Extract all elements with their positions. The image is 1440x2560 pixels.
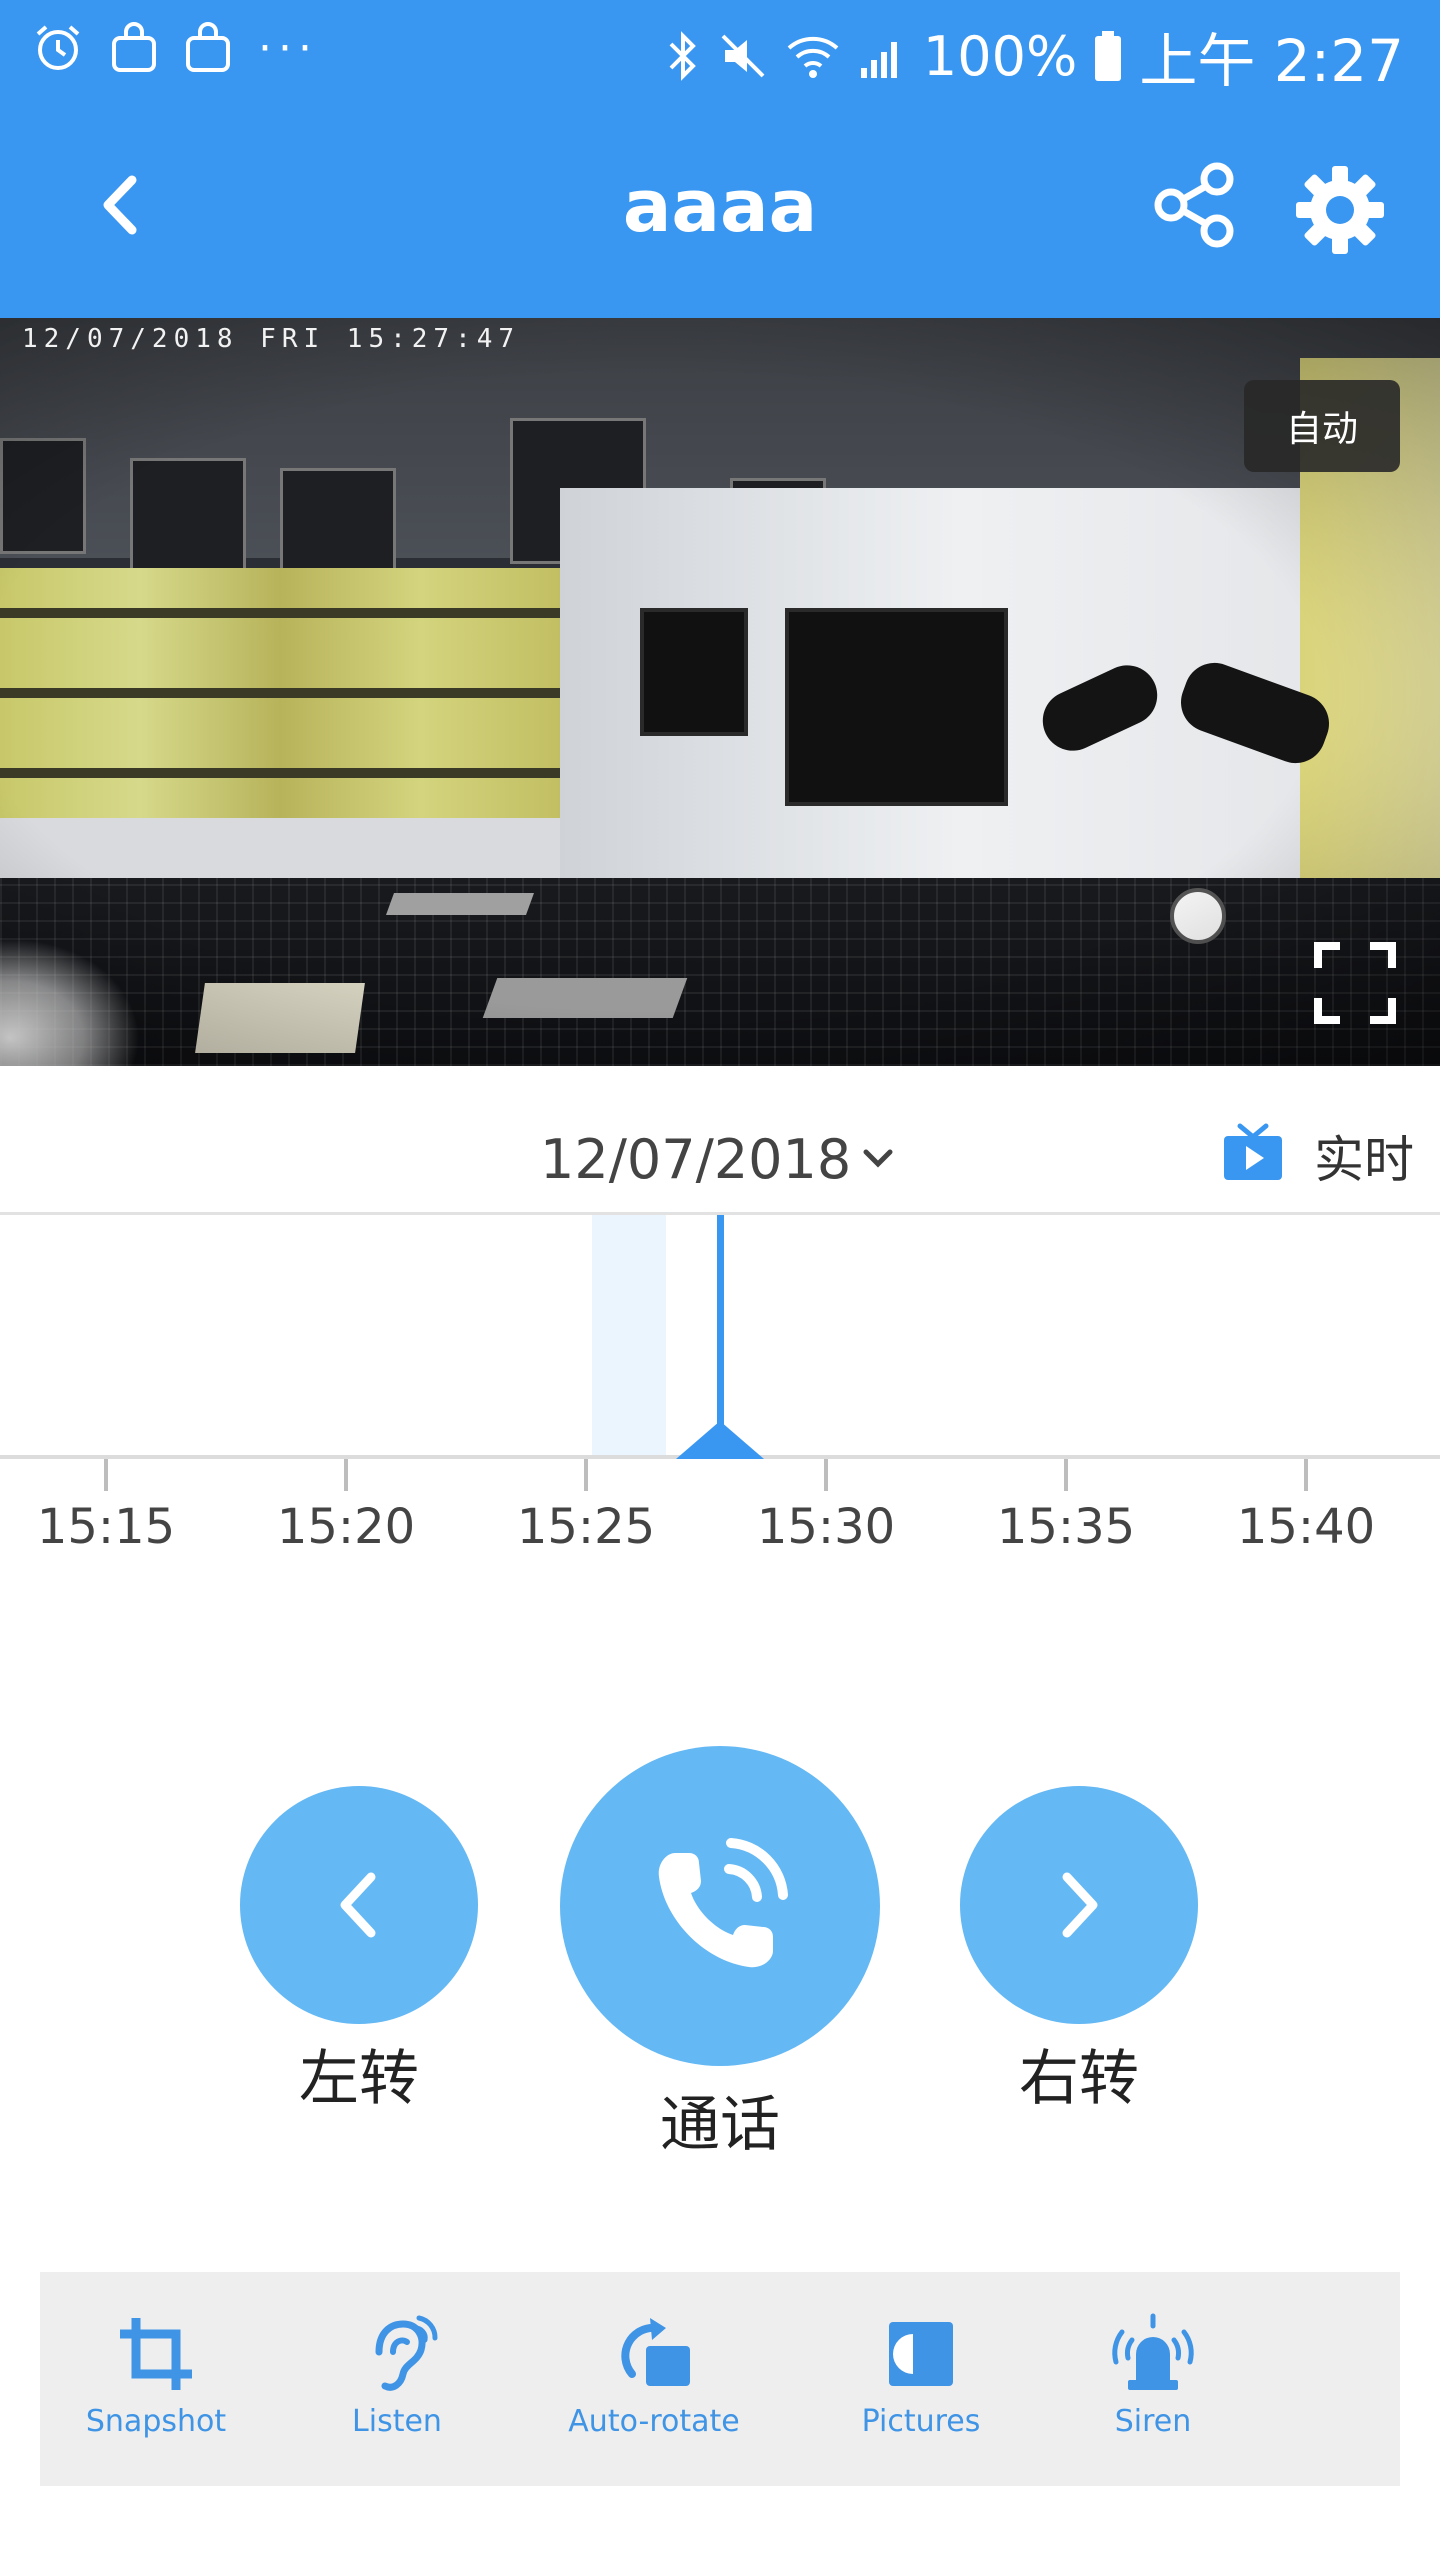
live-label[interactable]: 实时	[1314, 1120, 1414, 1192]
wifi-icon	[787, 36, 839, 78]
share-button[interactable]	[1140, 150, 1250, 260]
video-scene-tv	[785, 608, 1008, 806]
phone-call-icon	[658, 1838, 788, 1968]
ear-icon	[375, 2315, 438, 2391]
pictures-label: Pictures	[861, 2404, 981, 2439]
rotate-left-label: 左转	[299, 2044, 419, 2114]
rotate-right-button[interactable]	[960, 1786, 1198, 2024]
shelf-line	[0, 608, 560, 618]
talk-label: 通话	[660, 2090, 780, 2160]
status-bar: ··· 100% 上午 2:27	[0, 0, 1440, 100]
timeline-tick-label: 15:40	[1236, 1499, 1376, 1555]
video-timestamp-overlay: 12/07/2018 FRI 15:27:47	[22, 324, 521, 354]
timeline-tick-label: 15:15	[36, 1499, 176, 1555]
timeline-tick	[584, 1459, 588, 1491]
timeline-tick	[1304, 1459, 1308, 1491]
battery-icon	[1095, 31, 1122, 81]
recording-segment[interactable]	[592, 1215, 666, 1455]
listen-button[interactable]: Listen	[287, 2312, 507, 2439]
video-scene-floor-vent	[482, 978, 688, 1018]
siren-button[interactable]: Siren	[1043, 2312, 1263, 2439]
rotate-left-button[interactable]	[240, 1786, 478, 2024]
battery-percent: 100%	[922, 24, 1078, 88]
timeline-tick	[1064, 1459, 1068, 1491]
video-scene-monitor	[640, 608, 748, 736]
snapshot-button[interactable]: Snapshot	[46, 2312, 266, 2439]
playback-timeline[interactable]: 15:15 15:20 15:25 15:30 15:35 15:40	[0, 1215, 1440, 1555]
pictures-icon	[889, 2322, 953, 2386]
timeline-cursor-handle[interactable]	[676, 1421, 764, 1459]
shelf-line	[0, 688, 560, 698]
video-scene-wall-clock	[1170, 888, 1226, 944]
fullscreen-icon	[1314, 942, 1396, 1024]
bottom-toolbar: Snapshot Listen Auto-rotate Pictures Sir…	[40, 2272, 1400, 2486]
share-icon	[1154, 162, 1234, 248]
video-scene-chair	[0, 438, 86, 554]
app-header: aaaa	[0, 100, 1440, 318]
talk-button[interactable]	[560, 1746, 880, 2066]
status-left-icons: ···	[32, 22, 318, 74]
timeline-tick-label: 15:35	[996, 1499, 1136, 1555]
more-notifications-icon: ···	[258, 22, 318, 74]
timeline-tick	[824, 1459, 828, 1491]
video-scene-shelves	[0, 568, 560, 828]
fullscreen-button[interactable]	[1310, 938, 1400, 1028]
auto-rotate-label: Auto-rotate	[568, 2404, 740, 2439]
listen-label: Listen	[352, 2404, 442, 2439]
shopping-bag-icon-2	[186, 22, 230, 72]
timeline-tick	[104, 1459, 108, 1491]
auto-rotate-button[interactable]: Auto-rotate	[544, 2312, 764, 2439]
chevron-right-icon	[1062, 1872, 1098, 1938]
video-scene-floor-vent	[195, 983, 365, 1053]
timeline-tick-label: 15:25	[516, 1499, 656, 1555]
timeline-tick-label: 15:30	[756, 1499, 896, 1555]
alarm-icon	[36, 25, 80, 70]
clock-time: 上午 2:27	[1139, 27, 1404, 95]
mute-icon	[721, 34, 765, 78]
video-scene-floor-vent	[385, 893, 535, 915]
timeline-tick-label: 15:20	[276, 1499, 416, 1555]
chevron-left-icon	[340, 1872, 376, 1938]
siren-icon	[1112, 2313, 1194, 2390]
signal-icon	[860, 42, 897, 78]
crop-icon	[120, 2318, 192, 2390]
video-scene-chair	[130, 458, 246, 574]
auto-mode-badge[interactable]: 自动	[1244, 380, 1400, 472]
timeline-tick	[344, 1459, 348, 1491]
playback-date-row: 12/07/2018 实时	[0, 1066, 1440, 1212]
bluetooth-icon	[669, 31, 696, 81]
status-right: 100% 上午 2:27	[665, 14, 1404, 98]
pictures-button[interactable]: Pictures	[811, 2312, 1031, 2439]
shelf-line	[0, 768, 560, 778]
rotate-right-label: 右转	[1019, 2044, 1139, 2114]
chevron-down-icon[interactable]	[860, 1146, 896, 1170]
live-tv-icon[interactable]	[1222, 1122, 1284, 1184]
gear-icon	[1296, 166, 1384, 254]
shopping-bag-icon	[112, 22, 156, 72]
snapshot-label: Snapshot	[85, 2404, 227, 2439]
camera-video-feed[interactable]: 12/07/2018 FRI 15:27:47 自动	[0, 318, 1440, 1066]
video-scene-chair	[280, 468, 396, 584]
siren-label: Siren	[1114, 2404, 1192, 2439]
playback-date[interactable]: 12/07/2018	[540, 1128, 851, 1191]
rotate-icon	[621, 2318, 690, 2386]
settings-button[interactable]	[1280, 150, 1400, 270]
